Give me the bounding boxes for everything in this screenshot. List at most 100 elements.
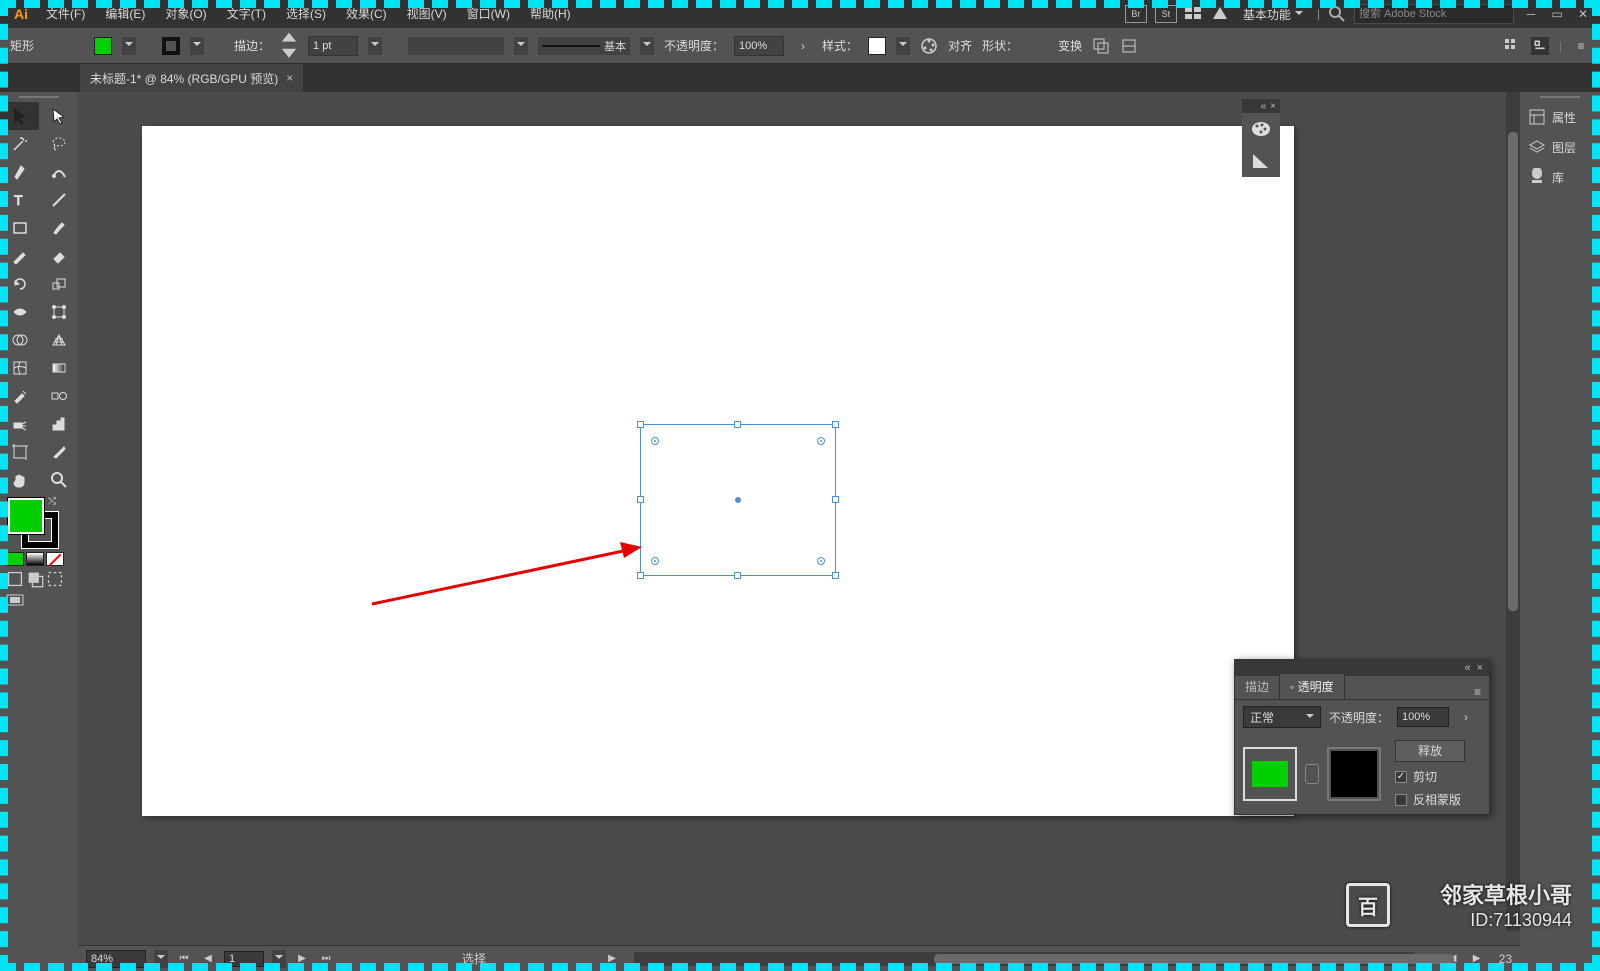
magic-wand-tool[interactable] xyxy=(0,130,39,158)
collapse-icon[interactable]: « xyxy=(1261,101,1267,112)
snap-pixel-icon[interactable] xyxy=(1531,37,1549,55)
resize-handle-ml[interactable] xyxy=(637,496,644,503)
pen-tool[interactable] xyxy=(0,158,39,186)
fill-stroke-indicator[interactable]: ⤭ xyxy=(0,494,78,550)
release-mask-button[interactable]: 释放 xyxy=(1395,740,1465,762)
panel-close-icon[interactable]: × xyxy=(1477,662,1483,674)
color-mode-none[interactable] xyxy=(46,552,64,566)
opacity-thumb[interactable] xyxy=(1243,747,1297,801)
stroke-tab[interactable]: 描边 xyxy=(1235,674,1279,699)
variable-width-profile[interactable] xyxy=(408,37,504,55)
align-label[interactable]: 对齐 xyxy=(948,37,972,54)
artboard-number-input[interactable]: 1 xyxy=(224,951,264,967)
gpu-icon[interactable] xyxy=(1211,5,1229,23)
color-mode-solid[interactable] xyxy=(6,552,24,566)
transparency-panel[interactable]: « × 描边 ◦ 透明度 ≡ 正常 不透明度： › 释放 剪切 反相蒙版 xyxy=(1234,659,1490,815)
symbol-sprayer-tool[interactable] xyxy=(0,410,39,438)
window-minimize-icon[interactable]: ─ xyxy=(1522,7,1540,21)
opacity-expand-icon[interactable]: › xyxy=(794,37,812,55)
menu-view[interactable]: 视图(V) xyxy=(397,0,457,28)
eyedropper-tool[interactable] xyxy=(0,382,39,410)
zoom-tool[interactable] xyxy=(39,466,78,494)
document-tab[interactable]: 未标题-1* @ 84% (RGB/GPU 预览) × xyxy=(80,64,303,92)
selected-rectangle[interactable] xyxy=(640,424,836,576)
type-tool[interactable]: T xyxy=(0,186,39,214)
panel-collapse-icon[interactable]: « xyxy=(1464,662,1470,674)
close-icon[interactable]: × xyxy=(1270,101,1276,112)
stroke-dropdown[interactable] xyxy=(190,37,204,55)
fill-swatch[interactable] xyxy=(94,37,112,55)
workspace-switcher[interactable]: 基本功能 xyxy=(1237,6,1309,23)
brush-definition[interactable]: 基本 xyxy=(538,37,630,55)
swatches-panel-icon[interactable] xyxy=(1242,145,1280,177)
fill-indicator[interactable] xyxy=(8,498,44,534)
properties-panel-tab[interactable]: 属性 xyxy=(1520,102,1600,132)
corner-widget-tr[interactable] xyxy=(817,437,825,445)
graphic-style-swatch[interactable] xyxy=(868,37,886,55)
recolor-icon[interactable] xyxy=(920,37,938,55)
stroke-weight-input[interactable] xyxy=(308,36,358,56)
gradient-tool[interactable] xyxy=(39,354,78,382)
zoom-input[interactable]: 84% xyxy=(86,950,146,968)
resize-handle-bm[interactable] xyxy=(734,572,741,579)
scroll-right-button[interactable]: ▶ xyxy=(1469,951,1485,967)
isolate2-icon[interactable] xyxy=(1120,37,1138,55)
curvature-tool[interactable] xyxy=(39,158,78,186)
right-dock-grip[interactable] xyxy=(1520,92,1600,102)
direct-selection-tool[interactable] xyxy=(39,102,78,130)
first-artboard-button[interactable]: ⏮ xyxy=(176,951,192,967)
stock-search-input[interactable]: 搜索 Adobe Stock xyxy=(1354,4,1514,24)
panel-menu-icon[interactable]: ≡ xyxy=(1572,37,1590,55)
isolate-icon[interactable] xyxy=(1092,37,1110,55)
menu-type[interactable]: 文字(T) xyxy=(217,0,276,28)
shape-label[interactable]: 形状： xyxy=(982,37,1018,54)
resize-handle-mr[interactable] xyxy=(832,496,839,503)
menu-window[interactable]: 窗口(W) xyxy=(457,0,520,28)
lasso-tool[interactable] xyxy=(39,130,78,158)
brush-dropdown[interactable] xyxy=(640,37,654,55)
last-artboard-button[interactable]: ⏭ xyxy=(318,951,334,967)
color-mode-gradient[interactable] xyxy=(26,552,44,566)
pencil-tool[interactable] xyxy=(0,242,39,270)
graph-tool[interactable] xyxy=(39,410,78,438)
horizontal-scrollbar[interactable] xyxy=(634,952,1431,966)
zoom-dropdown[interactable] xyxy=(154,950,168,968)
graphic-style-dropdown[interactable] xyxy=(896,37,910,55)
resize-handle-tr[interactable] xyxy=(832,421,839,428)
rectangle-tool[interactable] xyxy=(0,214,39,242)
free-transform-tool[interactable] xyxy=(39,298,78,326)
opacity-expand-icon[interactable]: › xyxy=(1457,708,1475,726)
stroke-swatch[interactable] xyxy=(162,37,180,55)
layers-panel-tab[interactable]: 图层 xyxy=(1520,132,1600,162)
corner-widget-tl[interactable] xyxy=(651,437,659,445)
next-artboard-button[interactable]: ▶ xyxy=(294,951,310,967)
width-tool[interactable] xyxy=(0,298,39,326)
blend-tool[interactable] xyxy=(39,382,78,410)
transparency-tab[interactable]: ◦ 透明度 xyxy=(1279,673,1345,699)
panel-opacity-input[interactable] xyxy=(1397,707,1449,727)
menu-edit[interactable]: 编辑(E) xyxy=(95,0,155,28)
perspective-tool[interactable] xyxy=(39,326,78,354)
resize-handle-tm[interactable] xyxy=(734,421,741,428)
toolbox-grip[interactable] xyxy=(0,92,78,102)
menu-help[interactable]: 帮助(H) xyxy=(520,0,581,28)
status-play-icon[interactable]: ▶ xyxy=(604,951,620,967)
draw-inside-icon[interactable] xyxy=(46,570,64,588)
bridge-icon[interactable]: Br xyxy=(1125,5,1147,23)
slice-tool[interactable] xyxy=(39,438,78,466)
resize-handle-bl[interactable] xyxy=(637,572,644,579)
menu-file[interactable]: 文件(F) xyxy=(36,0,95,28)
hand-tool[interactable] xyxy=(0,466,39,494)
clip-checkbox[interactable]: 剪切 xyxy=(1395,768,1465,785)
resize-handle-br[interactable] xyxy=(832,572,839,579)
scrollbar-thumb[interactable] xyxy=(934,954,1454,964)
blend-mode-dropdown[interactable]: 正常 xyxy=(1243,706,1321,728)
mask-thumb[interactable] xyxy=(1327,747,1381,801)
menu-select[interactable]: 选择(S) xyxy=(276,0,336,28)
panel-menu-icon[interactable]: ≡ xyxy=(1466,685,1489,699)
color-panel-icon[interactable] xyxy=(1242,113,1280,145)
window-restore-icon[interactable]: ▭ xyxy=(1548,7,1566,21)
line-tool[interactable] xyxy=(39,186,78,214)
selection-tool[interactable] xyxy=(0,102,39,130)
vertical-scrollbar[interactable] xyxy=(1506,92,1520,931)
